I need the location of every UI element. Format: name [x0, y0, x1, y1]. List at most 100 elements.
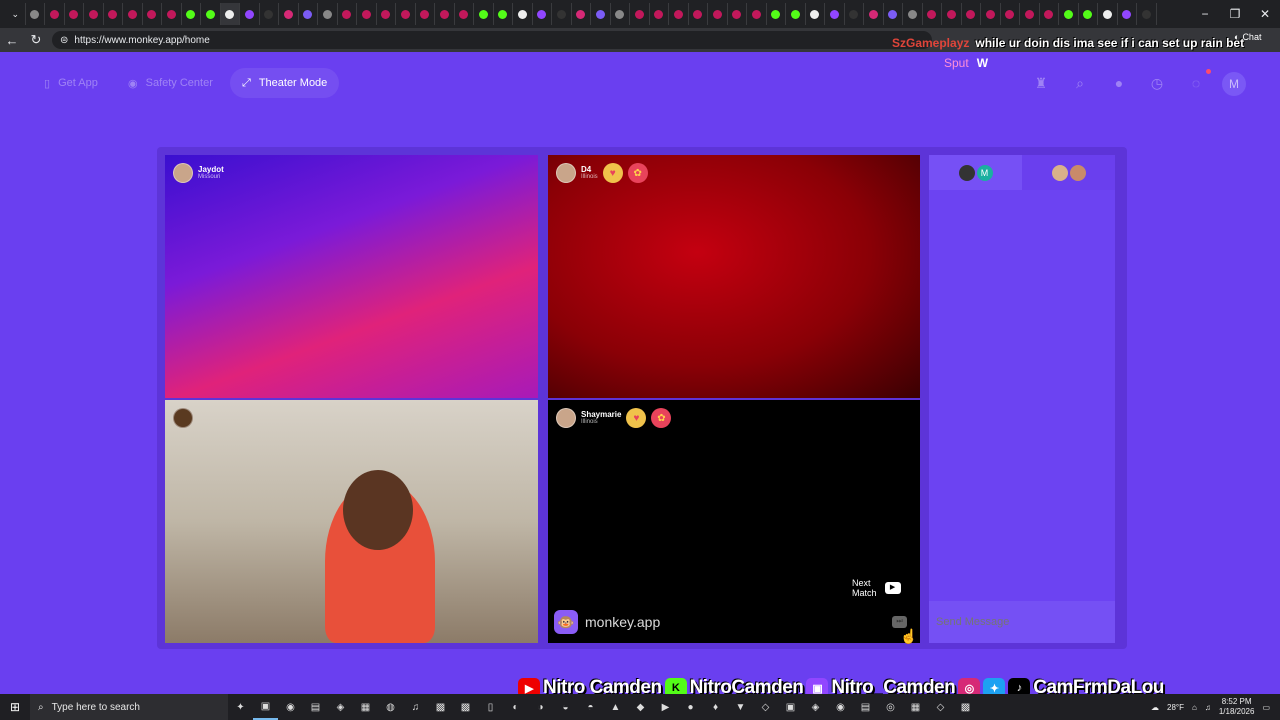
reload-icon[interactable]: ↻ — [24, 28, 48, 52]
browser-tab[interactable] — [220, 3, 240, 25]
taskbar-app-icon[interactable]: ◇ — [753, 694, 778, 720]
avatar[interactable] — [173, 408, 193, 428]
rose-icon[interactable]: ✿ — [651, 408, 672, 428]
taskbar-app-icon[interactable]: ◎ — [878, 694, 903, 720]
get-app-button[interactable]: ▯ Get App — [32, 68, 110, 98]
browser-tab[interactable] — [630, 3, 650, 25]
windows-start-icon[interactable]: ⊞ — [0, 694, 30, 720]
browser-tab[interactable] — [923, 3, 942, 25]
taskbar-app-icon[interactable]: ◈ — [328, 694, 353, 720]
browser-tab[interactable] — [1098, 3, 1118, 25]
taskbar-app-icon[interactable]: ▣ — [253, 694, 278, 720]
clock[interactable]: 8:52 PM 1/18/2026 — [1219, 697, 1255, 717]
browser-tab[interactable] — [552, 3, 572, 25]
browser-tab[interactable] — [864, 3, 884, 25]
taskbar-app-icon[interactable]: ▶ — [653, 694, 678, 720]
taskbar-app-icon[interactable]: ◈ — [803, 694, 828, 720]
browser-tab[interactable] — [572, 3, 591, 25]
browser-tab[interactable] — [123, 3, 143, 25]
browser-tab[interactable] — [416, 3, 435, 25]
taskbar-app-icon[interactable]: ▤ — [853, 694, 878, 720]
browser-tab[interactable] — [728, 3, 747, 25]
maximize-button[interactable]: ❐ — [1220, 0, 1250, 28]
network-icon[interactable]: ⌂ — [1192, 703, 1197, 712]
close-window-button[interactable]: ✕ — [1250, 0, 1280, 28]
taskbar-app-icon[interactable]: ▩ — [453, 694, 478, 720]
notifications-icon[interactable]: ▭ — [1262, 703, 1270, 712]
taskbar-app-icon[interactable]: ◑ — [528, 694, 553, 720]
browser-tab[interactable] — [650, 3, 669, 25]
taskbar-app-icon[interactable]: ◓ — [578, 694, 603, 720]
browser-tab[interactable] — [1001, 3, 1020, 25]
taskbar-app-icon[interactable]: ▤ — [303, 694, 328, 720]
browser-tab[interactable] — [942, 3, 962, 25]
browser-tab[interactable] — [884, 3, 903, 25]
history-icon[interactable]: ◷ — [1146, 72, 1168, 94]
browser-tab[interactable] — [260, 3, 279, 25]
taskbar-app-icon[interactable]: ♫ — [403, 694, 428, 720]
user-avatar[interactable]: M — [1222, 72, 1246, 96]
browser-tab[interactable] — [26, 3, 45, 25]
browser-tab[interactable] — [689, 3, 708, 25]
safety-center-button[interactable]: ◉ Safety Center — [116, 68, 225, 98]
browser-tab[interactable] — [377, 3, 396, 25]
taskbar-search[interactable]: ⌕ Type here to search — [30, 694, 228, 720]
chat-tab-2[interactable] — [1022, 155, 1115, 190]
browser-tab[interactable] — [435, 3, 455, 25]
coin-icon[interactable]: ● — [1108, 72, 1130, 94]
browser-tab[interactable] — [318, 3, 338, 25]
browser-tab[interactable] — [513, 3, 533, 25]
site-info-icon[interactable]: ⊜ — [60, 35, 68, 46]
messages-icon[interactable]: ◌ — [1185, 72, 1207, 94]
browser-tab[interactable] — [162, 3, 182, 25]
back-icon[interactable]: ← — [0, 28, 24, 52]
volume-icon[interactable]: ♫ — [1205, 703, 1211, 712]
chat-tab-1[interactable]: M — [929, 155, 1022, 190]
taskbar-app-icon[interactable]: ▯ — [478, 694, 503, 720]
browser-tab[interactable] — [104, 3, 123, 25]
taskbar-app-icon[interactable]: ◍ — [378, 694, 403, 720]
browser-tab[interactable] — [786, 3, 806, 25]
search-icon[interactable]: ⌕ — [1069, 72, 1091, 94]
browser-tab[interactable] — [747, 3, 767, 25]
browser-tab[interactable] — [1059, 3, 1079, 25]
chat-button[interactable]: ◐ Chat — [1234, 32, 1261, 42]
taskbar-app-icon[interactable]: ◆ — [628, 694, 653, 720]
browser-tab[interactable] — [1040, 3, 1059, 25]
taskbar-app-icon[interactable]: ✦ — [228, 694, 253, 720]
avatar[interactable] — [556, 163, 576, 183]
taskbar-app-icon[interactable]: ◉ — [278, 694, 303, 720]
taskbar-app-icon[interactable]: ▲ — [603, 694, 628, 720]
browser-tab[interactable] — [396, 3, 416, 25]
browser-tab[interactable] — [533, 3, 552, 25]
taskbar-app-icon[interactable]: ▩ — [953, 694, 978, 720]
browser-tab[interactable] — [474, 3, 494, 25]
browser-tab[interactable] — [84, 3, 104, 25]
browser-tab[interactable] — [903, 3, 923, 25]
browser-tab[interactable] — [767, 3, 786, 25]
browser-tab[interactable] — [962, 3, 981, 25]
browser-tab[interactable] — [182, 3, 201, 25]
taskbar-app-icon[interactable]: ▦ — [903, 694, 928, 720]
avatar[interactable] — [556, 408, 576, 428]
taskbar-app-icon[interactable]: ▣ — [778, 694, 803, 720]
heart-icon[interactable]: ♥ — [626, 408, 647, 428]
tab-menu-icon[interactable]: ⌄ — [6, 3, 26, 25]
browser-tab[interactable] — [845, 3, 864, 25]
taskbar-app-icon[interactable]: ▼ — [728, 694, 753, 720]
browser-tab[interactable] — [143, 3, 162, 25]
next-match-button[interactable]: Next Match ▶ — [852, 578, 901, 598]
theater-mode-button[interactable]: ⤢ Theater Mode — [230, 68, 340, 98]
browser-tab[interactable] — [240, 3, 260, 25]
taskbar-app-icon[interactable]: ♦ — [703, 694, 728, 720]
browser-tab[interactable] — [825, 3, 845, 25]
browser-tab[interactable] — [338, 3, 357, 25]
browser-tab[interactable] — [1137, 3, 1157, 25]
browser-tab[interactable] — [45, 3, 65, 25]
browser-tab[interactable] — [806, 3, 825, 25]
browser-tab[interactable] — [299, 3, 318, 25]
send-message-input[interactable] — [929, 601, 1115, 643]
taskbar-app-icon[interactable]: ◉ — [828, 694, 853, 720]
browser-tab[interactable] — [455, 3, 474, 25]
browser-tab[interactable] — [591, 3, 611, 25]
